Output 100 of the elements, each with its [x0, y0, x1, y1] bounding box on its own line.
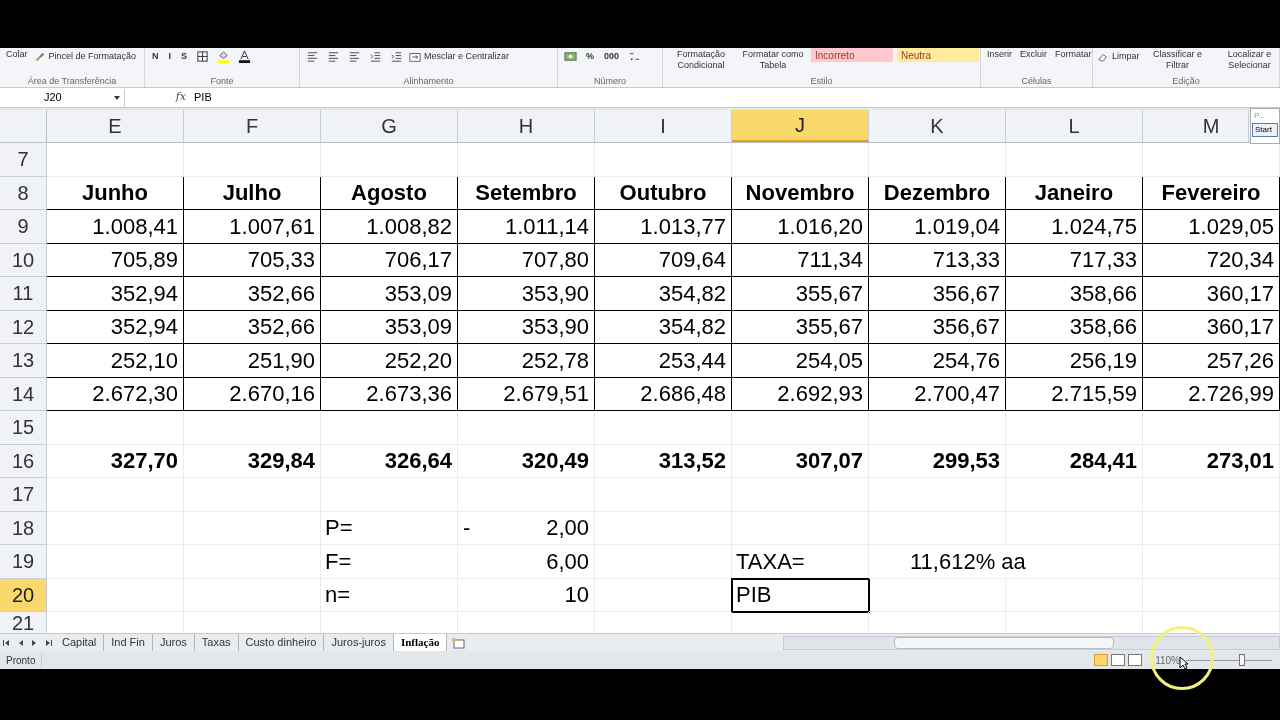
formula-field[interactable]: PIB — [190, 88, 1280, 107]
table-cell[interactable] — [595, 411, 732, 445]
table-cell[interactable]: 320,49 — [458, 444, 595, 478]
table-cell[interactable]: 352,94 — [47, 277, 184, 311]
ribbon-button[interactable]: Pincel de Formatação — [33, 50, 137, 64]
start-button[interactable]: Start — [1252, 123, 1278, 137]
table-cell[interactable]: 11,612% aa — [869, 545, 1143, 579]
font-color-icon[interactable] — [238, 50, 252, 63]
table-cell[interactable]: Outubro — [595, 176, 732, 210]
table-cell[interactable]: 705,33 — [184, 243, 321, 277]
table-cell[interactable] — [1006, 411, 1143, 445]
table-cell[interactable]: 1.011,14 — [458, 210, 595, 244]
table-cell[interactable]: 257,26 — [1143, 344, 1280, 378]
page-layout-view-button[interactable] — [1111, 654, 1126, 666]
table-cell[interactable]: 256,19 — [1006, 344, 1143, 378]
ribbon-button[interactable]: Localizar e Selecionar — [1215, 48, 1280, 71]
table-cell[interactable]: 2.726,99 — [1143, 377, 1280, 411]
column-header[interactable]: M — [1143, 110, 1249, 142]
ribbon-button[interactable]: % — [583, 50, 597, 64]
table-cell[interactable] — [1143, 411, 1280, 445]
table-cell[interactable] — [47, 411, 184, 445]
table-cell[interactable]: 1.013,77 — [595, 210, 732, 244]
column-header[interactable]: J — [732, 110, 869, 142]
column-header[interactable]: L — [1006, 110, 1143, 142]
table-cell[interactable]: 360,17 — [1143, 310, 1280, 344]
table-cell[interactable] — [47, 545, 184, 579]
row-header[interactable]: 7 — [0, 143, 47, 177]
tab-scroll-last-icon[interactable] — [44, 638, 52, 647]
table-cell[interactable] — [1006, 143, 1143, 177]
row-header[interactable]: 9 — [0, 210, 47, 244]
table-cell[interactable]: 352,66 — [184, 310, 321, 344]
table-cell[interactable]: 713,33 — [869, 243, 1006, 277]
page-break-view-button[interactable] — [1128, 654, 1143, 666]
zoom-slider[interactable] — [1186, 654, 1272, 666]
ribbon-button[interactable]: Classificar e Filtrar — [1143, 48, 1212, 71]
row-header[interactable]: 19 — [0, 545, 47, 579]
table-cell[interactable]: 355,67 — [732, 277, 869, 311]
table-cell[interactable]: 252,20 — [321, 344, 458, 378]
table-cell[interactable]: 1.024,75 — [1006, 210, 1143, 244]
table-cell[interactable]: 2.715,59 — [1006, 377, 1143, 411]
tab-scroll-first-icon[interactable] — [3, 638, 11, 647]
table-cell[interactable]: 2.679,51 — [458, 377, 595, 411]
table-cell[interactable]: 709,64 — [595, 243, 732, 277]
ribbon-button[interactable]: Mesclar e Centralizar — [409, 50, 510, 64]
paint-bucket-icon[interactable] — [217, 50, 231, 63]
table-cell[interactable]: 2.686,48 — [595, 377, 732, 411]
table-cell[interactable]: 252,78 — [458, 344, 595, 378]
cell-style-button[interactable]: Incorreto — [811, 48, 893, 62]
ribbon-button[interactable]: Inserir — [985, 48, 1014, 60]
tab-scroll-prev-icon[interactable] — [17, 638, 25, 647]
row-header[interactable]: 20 — [0, 578, 47, 612]
table-cell[interactable]: 6,00 — [458, 545, 595, 579]
table-cell[interactable]: 356,67 — [869, 277, 1006, 311]
table-cell[interactable] — [595, 143, 732, 177]
money-icon[interactable] — [564, 50, 577, 63]
column-header[interactable]: E — [47, 110, 184, 142]
table-cell[interactable]: 711,34 — [732, 243, 869, 277]
table-cell[interactable]: 358,66 — [1006, 310, 1143, 344]
table-cell[interactable]: 253,44 — [595, 344, 732, 378]
table-cell[interactable]: 360,17 — [1143, 277, 1280, 311]
row-header[interactable]: 17 — [0, 478, 47, 512]
table-cell[interactable]: Setembro — [458, 176, 595, 210]
table-cell[interactable]: n= — [321, 578, 458, 612]
table-cell[interactable]: 352,66 — [184, 277, 321, 311]
table-cell[interactable]: 1.029,05 — [1143, 210, 1280, 244]
table-cell[interactable]: Fevereiro — [1143, 176, 1280, 210]
table-cell[interactable]: Julho — [184, 176, 321, 210]
table-cell[interactable]: 1.016,20 — [732, 210, 869, 244]
table-cell[interactable]: 2.673,36 — [321, 377, 458, 411]
table-cell[interactable]: 2.692,93 — [732, 377, 869, 411]
table-cell[interactable]: 254,76 — [869, 344, 1006, 378]
column-header[interactable]: H — [458, 110, 595, 142]
table-cell[interactable] — [732, 143, 869, 177]
row-header[interactable]: 8 — [0, 176, 47, 210]
table-cell[interactable] — [321, 411, 458, 445]
table-cell[interactable]: 254,05 — [732, 344, 869, 378]
row-header[interactable]: 18 — [0, 511, 47, 545]
table-cell[interactable]: 326,64 — [321, 444, 458, 478]
border-icon[interactable] — [196, 50, 210, 63]
ribbon-button[interactable]: 000 — [601, 50, 623, 64]
table-cell[interactable]: 307,07 — [732, 444, 869, 478]
table-cell[interactable]: 1.007,61 — [184, 210, 321, 244]
row-header[interactable]: 21 — [0, 612, 47, 633]
table-cell[interactable] — [321, 143, 458, 177]
indent-icon[interactable] — [369, 50, 382, 63]
table-cell[interactable]: 356,67 — [869, 310, 1006, 344]
ribbon-button[interactable]: Formatar — [1053, 48, 1094, 60]
column-header[interactable]: G — [321, 110, 458, 142]
ribbon-button[interactable]: Formatar como Tabela — [739, 48, 807, 71]
table-cell[interactable]: 1.008,82 — [321, 210, 458, 244]
sheet-tab[interactable]: Inflação — [393, 634, 448, 651]
table-cell[interactable]: 2.700,47 — [869, 377, 1006, 411]
active-cell[interactable]: PIB — [732, 578, 869, 612]
table-cell[interactable] — [869, 143, 1006, 177]
table-cell[interactable]: F= — [321, 545, 458, 579]
column-header[interactable]: K — [869, 110, 1006, 142]
align-icon[interactable] — [348, 50, 361, 63]
table-cell[interactable]: 707,80 — [458, 243, 595, 277]
cell-style-button[interactable]: Neutra — [897, 48, 979, 62]
table-cell[interactable]: 313,52 — [595, 444, 732, 478]
